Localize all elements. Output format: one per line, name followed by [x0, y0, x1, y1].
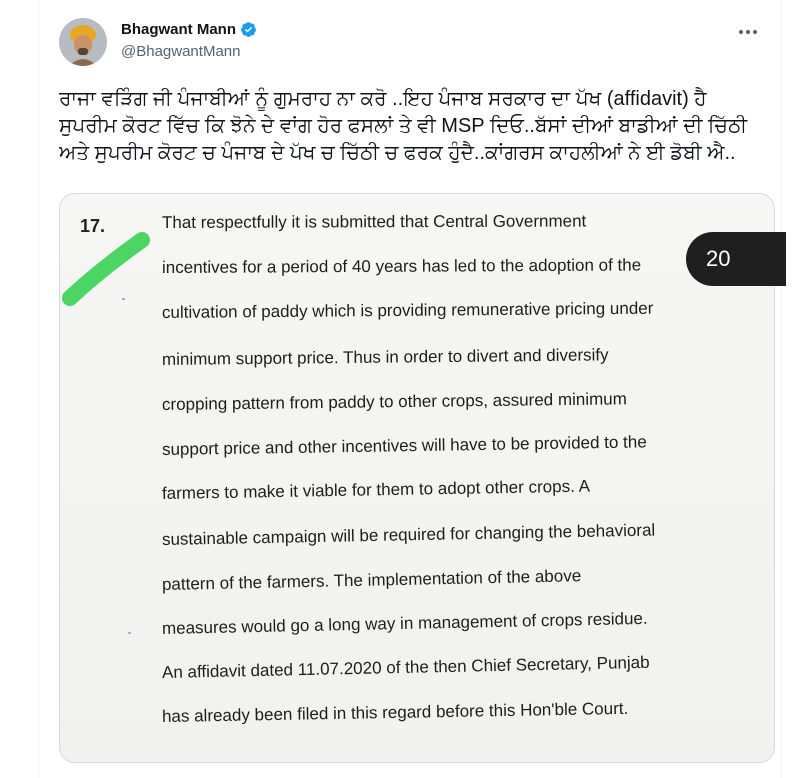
more-options-button[interactable] [735, 22, 761, 42]
scan-speck [122, 298, 125, 300]
green-highlight-mark [62, 232, 150, 306]
tweet-text-line: ਅਤੇ ਸੁਪਰੀਮ ਕੋਰਟ ਚ ਪੰਜਾਬ ਦੇ ਪੱਖ ਚ ਚਿੱਠੀ ਚ… [59, 142, 736, 164]
avatar-image [59, 18, 107, 66]
document-line: That respectfully it is submitted that C… [161, 211, 587, 232]
scan-speck [128, 632, 131, 634]
tweet-text-line: ਰਾਜਾ ਵੜਿੰਗ ਜੀ ਪੰਜਾਬੀਆਂ ਨੂੰ ਗੁਮਰਾਹ ਨਾ ਕਰੋ… [59, 88, 707, 110]
document-line: cultivation of paddy which is providing … [161, 298, 654, 322]
author-handle[interactable]: @BhagwantMann [121, 43, 240, 60]
tweet-text: ਰਾਜਾ ਵੜਿੰਗ ਜੀ ਪੰਜਾਬੀਆਂ ਨੂੰ ਗੁਮਰਾਹ ਨਾ ਕਰੋ… [59, 86, 771, 167]
avatar[interactable] [59, 18, 107, 66]
photo-counter-text: 20 [706, 246, 731, 271]
more-horizontal-icon [739, 30, 757, 34]
photo-counter-badge: 20 [686, 232, 786, 286]
document-line: incentives for a period of 40 years has … [161, 255, 642, 277]
tweet-text-line: ਸੁਪਰੀਮ ਕੋਰਟ ਵਿੱਚ ਕਿ ਝੋਨੇ ਦੇ ਵਾਂਗ ਹੋਰ ਫਸਲ… [59, 115, 748, 137]
verified-badge-icon [241, 22, 256, 37]
author-name[interactable]: Bhagwant Mann [121, 21, 236, 38]
author-name-row[interactable]: Bhagwant Mann [121, 21, 257, 38]
